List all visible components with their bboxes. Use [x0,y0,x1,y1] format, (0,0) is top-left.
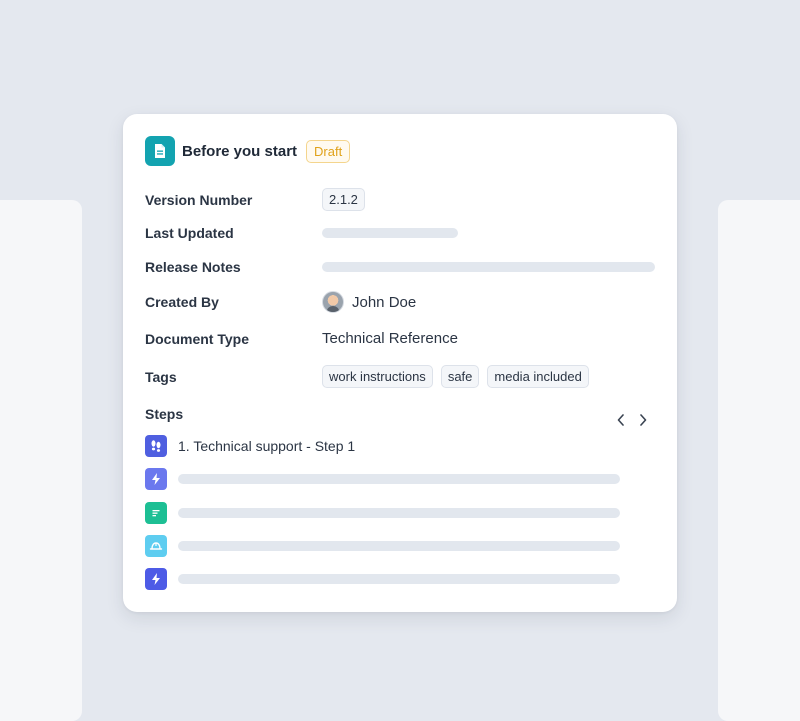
step-placeholder [178,574,620,584]
step-item[interactable] [145,568,620,590]
card-title: Before you start [182,142,298,160]
creator-name[interactable]: John Doe [352,294,416,311]
tags-row: Tags work instructions safe media includ… [145,365,655,388]
last-updated-placeholder [322,228,458,238]
step-placeholder [178,474,620,484]
lightning-icon [145,568,167,590]
tags-label: Tags [145,368,177,385]
background-panel-right [718,200,800,721]
step-item[interactable] [145,502,620,524]
document-card: Before you start Draft Version Number 2.… [123,114,677,612]
created-by-row: Created By John Doe [145,291,655,313]
release-notes-label: Release Notes [145,259,241,275]
step-item[interactable]: 1. Technical support - Step 1 [145,435,355,457]
document-type-label: Document Type [145,330,249,347]
lightning-icon [145,468,167,490]
step-placeholder [178,541,620,551]
footprints-icon [145,435,167,457]
step-item[interactable] [145,535,620,557]
next-button[interactable] [635,412,651,428]
last-updated-row: Last Updated [145,225,655,241]
avatar [322,291,344,313]
version-row: Version Number 2.1.2 [145,188,655,211]
document-type-row: Document Type Technical Reference [145,330,655,347]
chevron-left-icon [617,414,624,426]
chevron-right-icon [640,414,647,426]
background-panel-left [0,200,82,721]
tag-chip[interactable]: work instructions [322,365,433,388]
release-notes-row: Release Notes [145,259,655,275]
card-header: Before you start Draft [145,136,351,166]
tag-chip[interactable]: media included [487,365,589,388]
step-label: 1. Technical support - Step 1 [178,438,356,454]
tag-list: work instructions safe media included [322,365,597,388]
created-by-label: Created By [145,294,219,310]
steps-title: Steps [145,406,184,422]
tag-chip[interactable]: safe [440,365,480,388]
previous-button[interactable] [613,412,629,428]
release-notes-placeholder [322,262,655,272]
step-placeholder [178,508,620,518]
document-icon [145,136,175,166]
text-lines-icon [145,502,167,524]
document-type-value: Technical Reference [322,330,458,347]
status-badge: Draft [306,139,351,163]
last-updated-label: Last Updated [145,225,234,241]
version-label: Version Number [145,191,253,208]
hard-hat-icon [145,535,167,557]
step-item[interactable] [145,468,620,490]
version-value: 2.1.2 [322,188,365,211]
